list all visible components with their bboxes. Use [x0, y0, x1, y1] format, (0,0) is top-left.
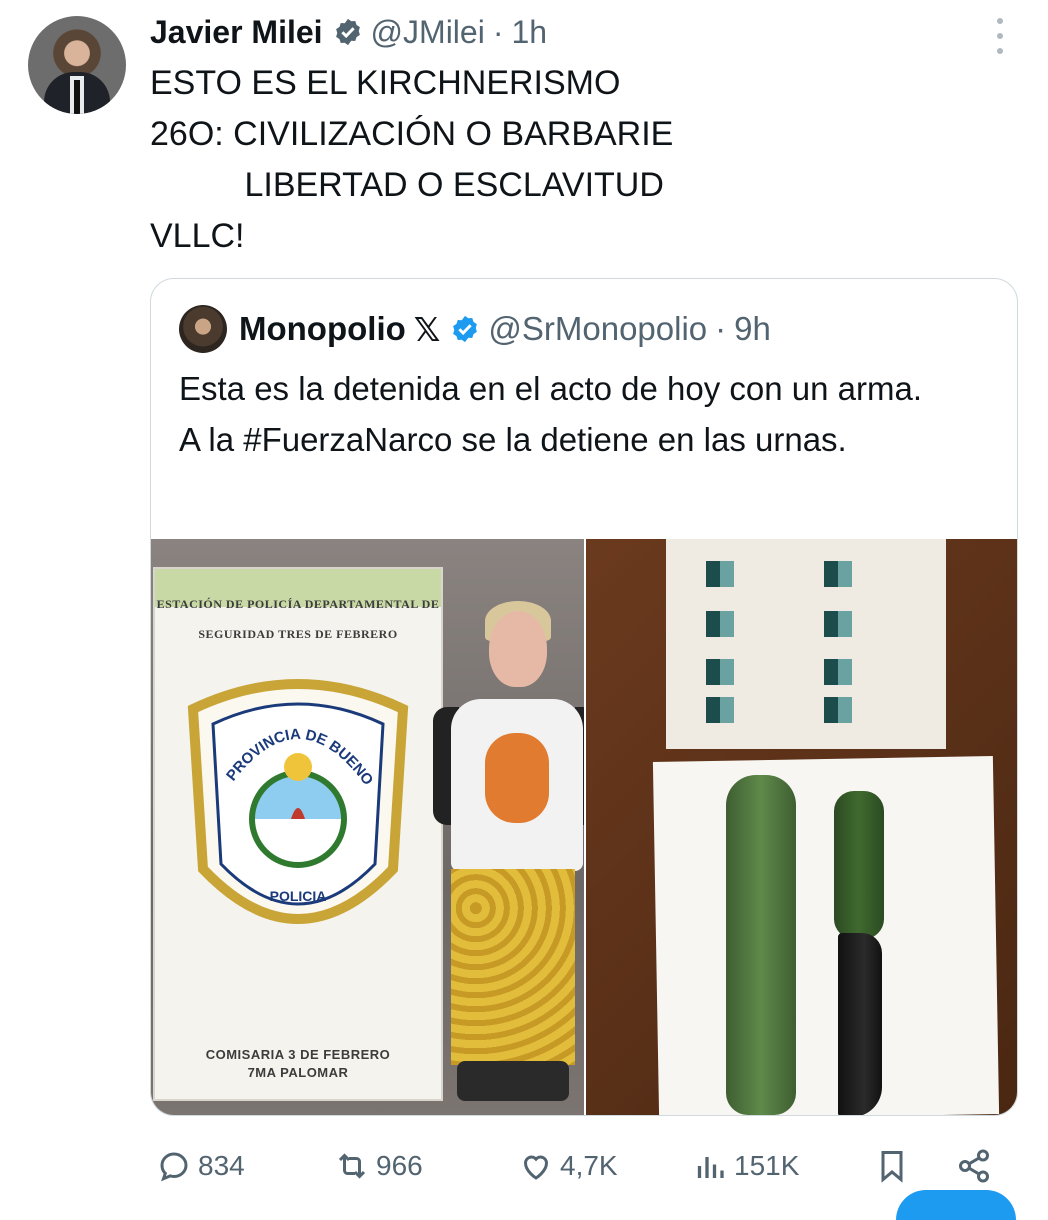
person-head: [489, 611, 547, 687]
banner-bottom2: 7MA PALOMAR: [247, 1065, 349, 1080]
knife-blade: [838, 933, 882, 1115]
knife-handle: [834, 791, 884, 939]
reply-icon: [160, 1152, 188, 1182]
quoted-author-handle[interactable]: @SrMonopolio: [488, 310, 707, 348]
author-handle[interactable]: @JMilei: [371, 14, 485, 51]
x-badge-icon: 𝕏: [413, 310, 441, 348]
tweet-header: Javier Milei @JMilei · 1h: [150, 10, 547, 54]
separator-dot: ·: [492, 13, 504, 50]
views-button[interactable]: 151K: [692, 1148, 799, 1184]
photo-knife[interactable]: [586, 539, 1017, 1115]
knife-sheath: [726, 775, 796, 1115]
police-banner: ESTACIÓN DE POLICÍA DEPARTAMENTAL DE SEG…: [155, 569, 441, 1099]
share-button[interactable]: [956, 1148, 998, 1184]
repost-icon: [338, 1153, 366, 1179]
tweet-timestamp[interactable]: 1h: [511, 14, 547, 51]
author-avatar[interactable]: [28, 16, 126, 114]
share-icon: [959, 1149, 989, 1183]
banner-line2: SEGURIDAD TRES DE FEBRERO: [198, 627, 398, 641]
compose-fab[interactable]: [896, 1190, 1016, 1220]
quoted-author-name[interactable]: Monopolio: [239, 310, 406, 348]
views-icon: [697, 1157, 724, 1178]
quoted-author-avatar[interactable]: [179, 305, 227, 353]
sticker-sheet: [666, 539, 946, 749]
person-shoes: [457, 1061, 569, 1101]
repost-button[interactable]: 966: [334, 1148, 423, 1184]
banner-bottom1: COMISARIA 3 DE FEBRERO: [205, 1047, 391, 1062]
reply-count: 834: [198, 1150, 245, 1181]
like-button[interactable]: 4,7K: [518, 1148, 618, 1184]
white-paper: [652, 756, 1000, 1115]
repost-count: 966: [376, 1150, 423, 1181]
police-shield-icon: PROVINCIA DE BUENOS AIRES POLICIA: [183, 669, 409, 924]
bookmark-icon: [881, 1151, 903, 1183]
like-count: 4,7K: [560, 1150, 618, 1181]
verified-badge-icon: [335, 18, 360, 46]
quoted-tweet[interactable]: Monopolio 𝕏 @SrMonopolio · 9h Esta es la…: [150, 278, 1018, 1116]
more-options-icon[interactable]: [990, 18, 1010, 54]
person-pants: [451, 869, 575, 1065]
reply-button[interactable]: 834: [156, 1148, 245, 1184]
verified-badge-icon: [453, 315, 478, 343]
author-name[interactable]: Javier Milei: [150, 14, 323, 51]
separator-dot: ·: [715, 310, 727, 347]
tweet-text: ESTO ES EL KIRCHNERISMO 26O: CIVILIZACIÓ…: [150, 64, 674, 255]
shield-label: POLICIA: [270, 888, 327, 904]
photo-detainee[interactable]: ESTACIÓN DE POLICÍA DEPARTAMENTAL DE SEG…: [151, 539, 584, 1115]
quoted-tweet-timestamp[interactable]: 9h: [734, 310, 771, 348]
like-icon: [523, 1155, 549, 1180]
quoted-tweet-text: Esta es la detenida en el acto de hoy co…: [179, 370, 922, 458]
media-grid: ESTACIÓN DE POLICÍA DEPARTAMENTAL DE SEG…: [151, 539, 1017, 1115]
avatar-tie: [74, 80, 80, 114]
views-count: 151K: [734, 1150, 800, 1181]
person-shirt: [451, 699, 583, 871]
banner-line1: ESTACIÓN DE POLICÍA DEPARTAMENTAL DE: [156, 597, 440, 611]
quoted-tweet-header: Monopolio 𝕏 @SrMonopolio · 9h: [179, 303, 771, 355]
tweet-actions-bar: 834 966 4,7K 151K: [156, 1140, 1016, 1192]
bookmark-button[interactable]: [874, 1148, 916, 1184]
